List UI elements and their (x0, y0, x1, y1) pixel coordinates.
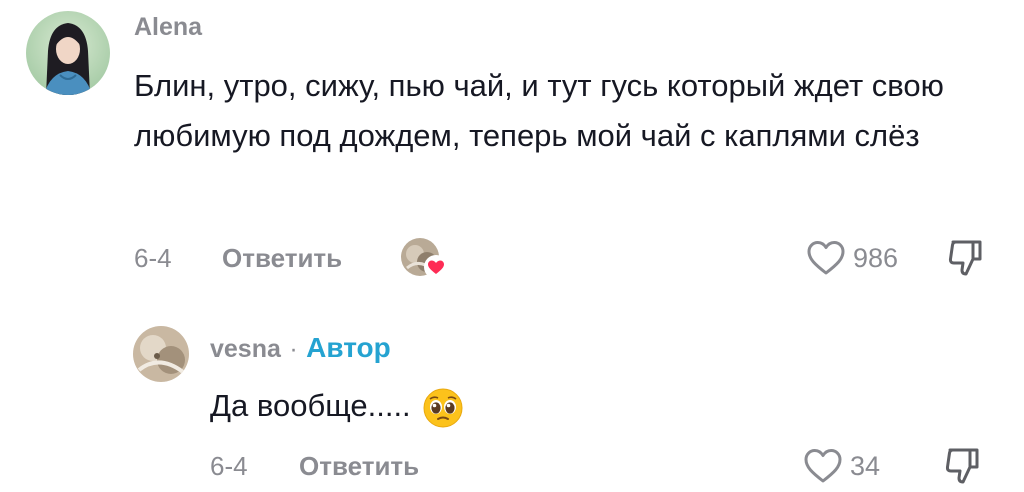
separator: · (289, 335, 298, 363)
reply-button[interactable]: Ответить (222, 243, 342, 273)
comment-text: Да вообще..... (210, 381, 463, 431)
comment-date: 6-4 (210, 451, 248, 481)
reply-button[interactable]: Ответить (299, 451, 419, 481)
comment-date: 6-4 (134, 243, 172, 273)
creator-liked-badge (401, 238, 448, 280)
comment-username[interactable]: Alena (134, 12, 202, 42)
pleading-face-icon (423, 388, 463, 428)
avatar[interactable] (26, 11, 110, 95)
like-count: 986 (853, 243, 899, 273)
comment-text-content: Да вообще..... (210, 388, 411, 423)
dislike-icon[interactable] (943, 445, 983, 487)
avatar[interactable] (133, 326, 189, 382)
like-count: 34 (850, 451, 881, 481)
dislike-icon[interactable] (946, 237, 986, 279)
comment-text: Блин, утро, сижу, пью чай, и тут гусь ко… (134, 68, 944, 153)
reply-header: vesna · Автор (210, 333, 391, 368)
author-badge: Автор (306, 332, 391, 363)
like-heart-icon[interactable] (805, 238, 847, 278)
comment-username[interactable]: vesna (210, 335, 281, 363)
heart-badge-icon (424, 255, 448, 279)
like-heart-icon[interactable] (802, 446, 844, 486)
